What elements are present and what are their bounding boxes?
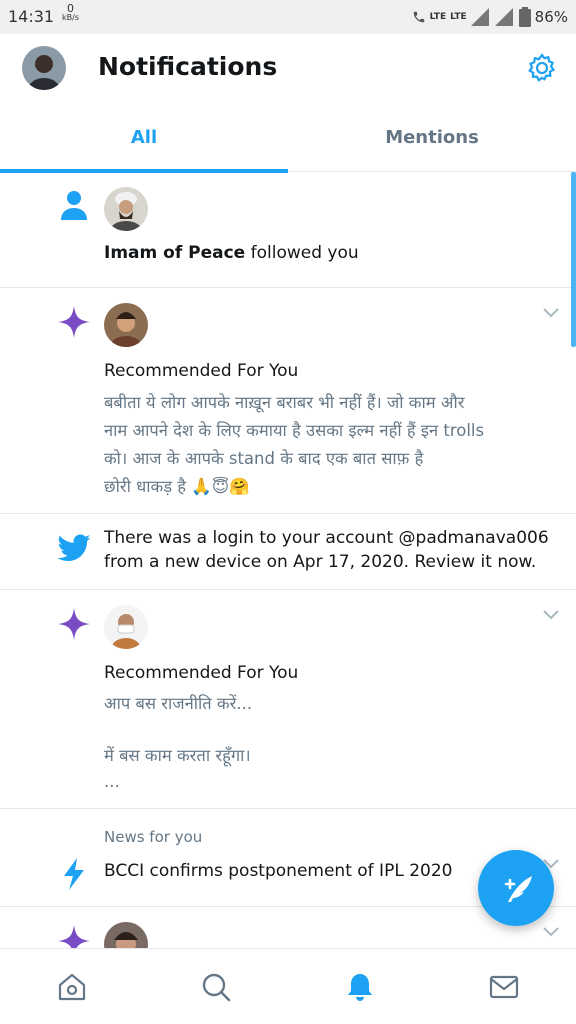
scroll-indicator[interactable] — [571, 172, 576, 347]
bell-icon[interactable] — [344, 971, 376, 1003]
chevron-down-icon[interactable] — [542, 923, 560, 937]
avatar[interactable] — [104, 187, 148, 231]
notification-follow[interactable]: Imam of Peace followed you — [0, 172, 576, 288]
battery-icon — [518, 7, 531, 27]
lightning-icon — [56, 856, 92, 892]
lte-label-2: LTE — [450, 12, 467, 22]
compose-tweet-icon — [504, 876, 532, 902]
news-headline: BCCI confirms postponement of IPL 2020 — [104, 861, 453, 881]
sparkle-icon — [56, 606, 92, 642]
avatar[interactable] — [104, 303, 148, 347]
sparkle-icon — [56, 923, 92, 948]
tab-bar: All Mentions — [0, 104, 576, 173]
signal-icon-2 — [494, 8, 513, 26]
gear-icon[interactable] — [526, 52, 558, 84]
status-time: 14:31 — [8, 7, 55, 26]
call-icon — [413, 11, 424, 23]
header: Notifications — [0, 34, 576, 104]
recommended-heading: Recommended For You — [104, 663, 299, 683]
recommended-heading: Recommended For You — [104, 361, 299, 381]
status-icons: LTE LTE 86% — [412, 6, 568, 28]
follower-name[interactable]: Imam of Peace — [104, 243, 245, 263]
page-title: Notifications — [98, 52, 278, 81]
compose-tweet-button[interactable] — [478, 850, 554, 926]
tab-mentions[interactable]: Mentions — [288, 104, 576, 172]
tab-all[interactable]: All — [0, 104, 288, 173]
tweet-body: आप बस राजनीति करें... में बस काम करता रह… — [104, 694, 253, 791]
network-speed: 0 kB/s — [62, 2, 79, 22]
mail-icon[interactable] — [488, 971, 520, 1003]
profile-avatar[interactable] — [22, 46, 66, 90]
follow-text: Imam of Peace followed you — [104, 243, 359, 263]
twitter-bird-icon — [56, 530, 92, 566]
chevron-down-icon[interactable] — [542, 304, 560, 318]
chevron-down-icon[interactable] — [542, 606, 560, 620]
signal-icon — [470, 8, 489, 26]
bottom-navigation — [0, 948, 576, 1024]
avatar[interactable] — [104, 922, 148, 948]
person-icon — [56, 188, 92, 224]
news-label: News for you — [104, 828, 203, 846]
battery-level: 86% — [534, 8, 568, 26]
notification-security[interactable]: There was a login to your account @padma… — [0, 514, 576, 590]
security-text: There was a login to your account @padma… — [104, 528, 549, 572]
lte-label: LTE — [429, 12, 447, 22]
notification-recommended[interactable]: Recommended For You बबीता ये लोग आपके ना… — [0, 288, 576, 514]
status-bar: 14:31 0 kB/s LTE LTE 86% — [0, 0, 576, 34]
search-icon[interactable] — [200, 971, 232, 1003]
tweet-body: बबीता ये लोग आपके नाख़ून बराबर भी नहीं ह… — [104, 393, 485, 496]
notifications-feed[interactable]: Imam of Peace followed you Recommended F… — [0, 172, 576, 948]
home-icon[interactable] — [56, 971, 88, 1003]
notification-recommended[interactable]: Recommended For You आप बस राजनीति करें..… — [0, 590, 576, 809]
avatar[interactable] — [104, 605, 148, 649]
sparkle-icon — [56, 304, 92, 340]
